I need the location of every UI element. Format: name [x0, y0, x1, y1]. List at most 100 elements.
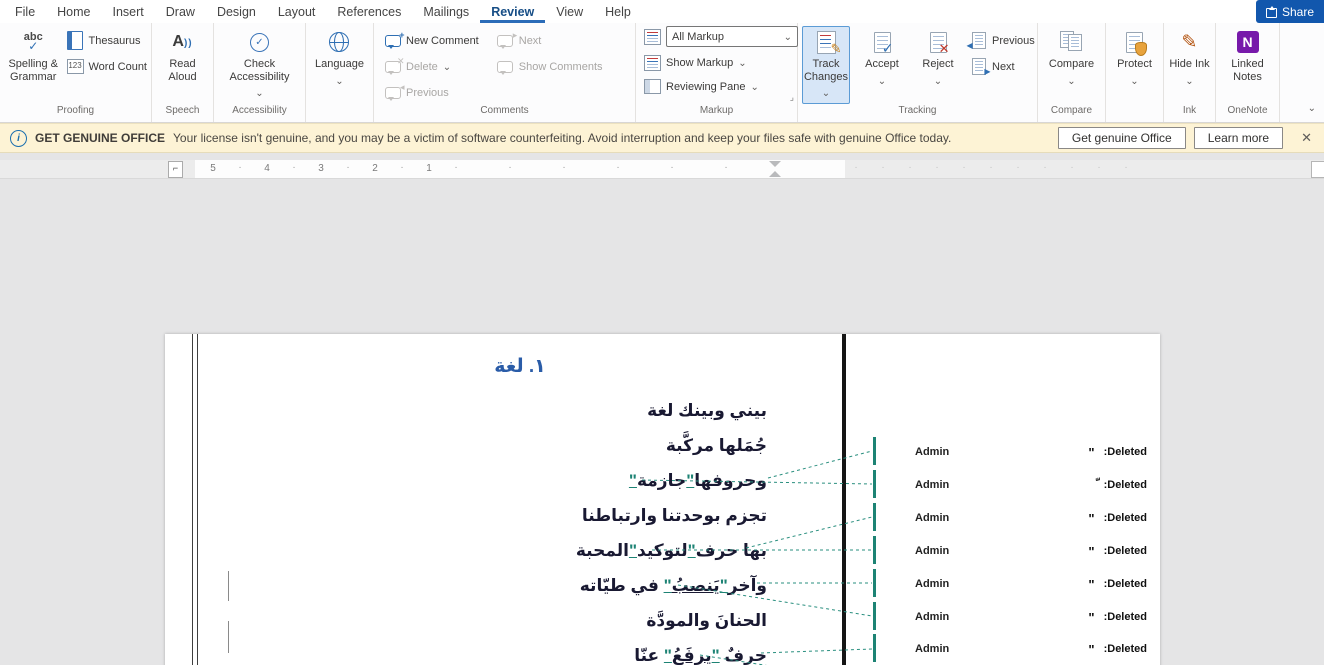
tracking-dialog-launcher[interactable]: [790, 92, 794, 103]
compare-button[interactable]: Compare: [1046, 26, 1097, 92]
menu-tab-home[interactable]: Home: [46, 0, 101, 23]
linked-notes-button[interactable]: Linked Notes: [1220, 26, 1275, 86]
read-aloud-button[interactable]: A Read Aloud: [156, 26, 209, 86]
ribbon-spacer: [1280, 23, 1324, 122]
ruler-tick: ·: [346, 162, 350, 173]
show-markup-button[interactable]: Show Markup: [644, 54, 747, 71]
change-bar: [873, 437, 876, 465]
previous-comment-label: Previous: [406, 86, 449, 99]
menu-tab-mailings[interactable]: Mailings: [412, 0, 480, 23]
collapse-ribbon-button[interactable]: [1308, 98, 1316, 116]
banner-message: Your license isn't genuine, and you may …: [173, 131, 952, 145]
group-label-ink: Ink: [1182, 105, 1197, 116]
linked-notes-label: Linked Notes: [1231, 58, 1264, 83]
ruler-number: 3: [318, 163, 324, 174]
menu-tab-layout[interactable]: Layout: [267, 0, 327, 23]
show-markup-icon: [644, 54, 661, 71]
poem-line[interactable]: بها حرف"لتوكيد"المحبة: [195, 533, 767, 568]
check-accessibility-button[interactable]: Check Accessibility: [218, 26, 301, 104]
hide-ink-button[interactable]: Hide Ink: [1166, 26, 1214, 92]
poem-line[interactable]: بيني وبينك لغة: [195, 393, 767, 428]
document-title[interactable]: ١. لغة: [195, 349, 845, 393]
chevron-down-icon: [822, 83, 830, 101]
revision-balloon[interactable]: Admin " Deleted:: [893, 636, 1155, 662]
tab-selector[interactable]: [168, 161, 183, 178]
poem-line[interactable]: الحنانَ والمودَّة: [195, 603, 767, 638]
menu-tab-references[interactable]: References: [326, 0, 412, 23]
poem-line[interactable]: جُمَلها مركَّبة: [195, 428, 767, 463]
revision-author: Admin: [915, 479, 950, 491]
previous-change-button[interactable]: ◀ Previous: [967, 32, 1035, 50]
ruler-tick: ·: [724, 162, 728, 173]
poem-line[interactable]: وحروفها"جازمة": [195, 463, 767, 498]
accept-button[interactable]: ✓ Accept: [858, 26, 906, 92]
previous-comment-button[interactable]: ◂ Previous: [384, 82, 479, 101]
poem-text: حرفٌ: [719, 646, 767, 665]
horizontal-ruler[interactable]: 5 4 3 2 1 · · · · · · · · · · · · · · · · · · · · ·: [0, 160, 1324, 179]
menu-tab-draw[interactable]: Draw: [155, 0, 206, 23]
thesaurus-button[interactable]: Thesaurus: [67, 31, 148, 50]
spelling-grammar-button[interactable]: Spelling & Grammar: [4, 26, 63, 86]
menu-tab-insert[interactable]: Insert: [102, 0, 155, 23]
new-comment-button[interactable]: + New Comment: [384, 30, 479, 49]
chevron-down-icon: [443, 61, 451, 73]
indent-marker[interactable]: [769, 161, 781, 177]
reject-button[interactable]: ✕ Reject: [914, 26, 962, 92]
delete-comment-button[interactable]: ✕ Delete: [384, 56, 479, 75]
revision-author: Admin: [915, 446, 950, 458]
show-markup-label: Show Markup: [666, 56, 734, 69]
menu-items: File Home Insert Draw Design Layout References…: [0, 0, 642, 23]
menu-tab-design[interactable]: Design: [206, 0, 267, 23]
poem-text: وحروفها: [694, 471, 767, 490]
ruler-number: 1: [426, 163, 432, 174]
menu-tab-help[interactable]: Help: [594, 0, 642, 23]
track-changes-button[interactable]: Track Changes: [802, 26, 850, 104]
show-comments-button[interactable]: Show Comments: [497, 58, 603, 75]
next-change-button[interactable]: ▶ Next: [970, 58, 1035, 76]
next-comment-icon: ▸: [497, 30, 517, 49]
poem-text: عنّا: [634, 646, 664, 665]
revision-balloon[interactable]: Admin " Deleted:: [893, 604, 1155, 630]
tracked-quote: ": [663, 576, 672, 595]
revision-action-label: Deleted:: [1103, 545, 1147, 557]
change-bar: [873, 470, 876, 498]
revision-balloon[interactable]: Admin " Deleted:: [893, 571, 1155, 597]
menu-tab-file[interactable]: File: [4, 0, 46, 23]
poem-line[interactable]: تجزم بوحدتنا وارتباطنا: [195, 498, 767, 533]
new-comment-label: New Comment: [406, 34, 479, 47]
thesaurus-label: Thesaurus: [88, 34, 141, 47]
previous-comment-icon: ◂: [384, 82, 405, 101]
read-aloud-label: Read Aloud: [168, 58, 197, 83]
learn-more-button[interactable]: Learn more: [1193, 127, 1284, 149]
ruler-tick: ·: [454, 162, 458, 173]
reviewing-pane-button[interactable]: Reviewing Pane: [644, 78, 759, 95]
get-genuine-office-button[interactable]: Get genuine Office: [1057, 127, 1186, 149]
compare-icon: [1059, 31, 1084, 53]
revision-balloon[interactable]: AdminّDeleted:: [893, 472, 1155, 498]
ribbon-group-speech: A Read Aloud Speech: [152, 23, 214, 122]
reject-label: Reject: [922, 58, 954, 70]
poem-line[interactable]: حرفٌ "يرفَعُ" عنّا: [195, 638, 767, 665]
language-button[interactable]: Language: [312, 26, 367, 92]
poem-text: تجزم بوحدتنا وارتباطنا: [581, 506, 767, 525]
genuine-office-banner: i GET GENUINE OFFICE Your license isn't …: [0, 123, 1324, 153]
revision-balloon[interactable]: Admin " Deleted:: [893, 538, 1155, 564]
revision-balloon[interactable]: Admin " Deleted:: [893, 505, 1155, 531]
check-accessibility-label: Check Accessibility: [229, 58, 290, 83]
close-icon[interactable]: ✕: [1301, 130, 1312, 146]
revision-action-label: Deleted:: [1103, 611, 1147, 623]
spelling-grammar-icon: [24, 33, 43, 51]
poem-text: المحبة: [575, 541, 629, 560]
display-for-review-dropdown[interactable]: All Markup: [666, 26, 798, 47]
revision-balloon[interactable]: Admin " Deleted:: [893, 439, 1155, 465]
menu-tab-review[interactable]: Review: [480, 0, 545, 23]
protect-button[interactable]: Protect: [1111, 26, 1159, 92]
group-label-compare: Compare: [1050, 105, 1093, 116]
poem-line[interactable]: وآخر"يَنصبُ" في طيّاته: [195, 568, 767, 603]
next-comment-button[interactable]: ▸ Next: [497, 30, 603, 49]
share-button[interactable]: Share: [1256, 0, 1324, 23]
ruler-tick: ·: [670, 162, 674, 173]
change-bar: [873, 634, 876, 662]
word-count-button[interactable]: Word Count: [66, 58, 147, 75]
menu-tab-view[interactable]: View: [545, 0, 594, 23]
